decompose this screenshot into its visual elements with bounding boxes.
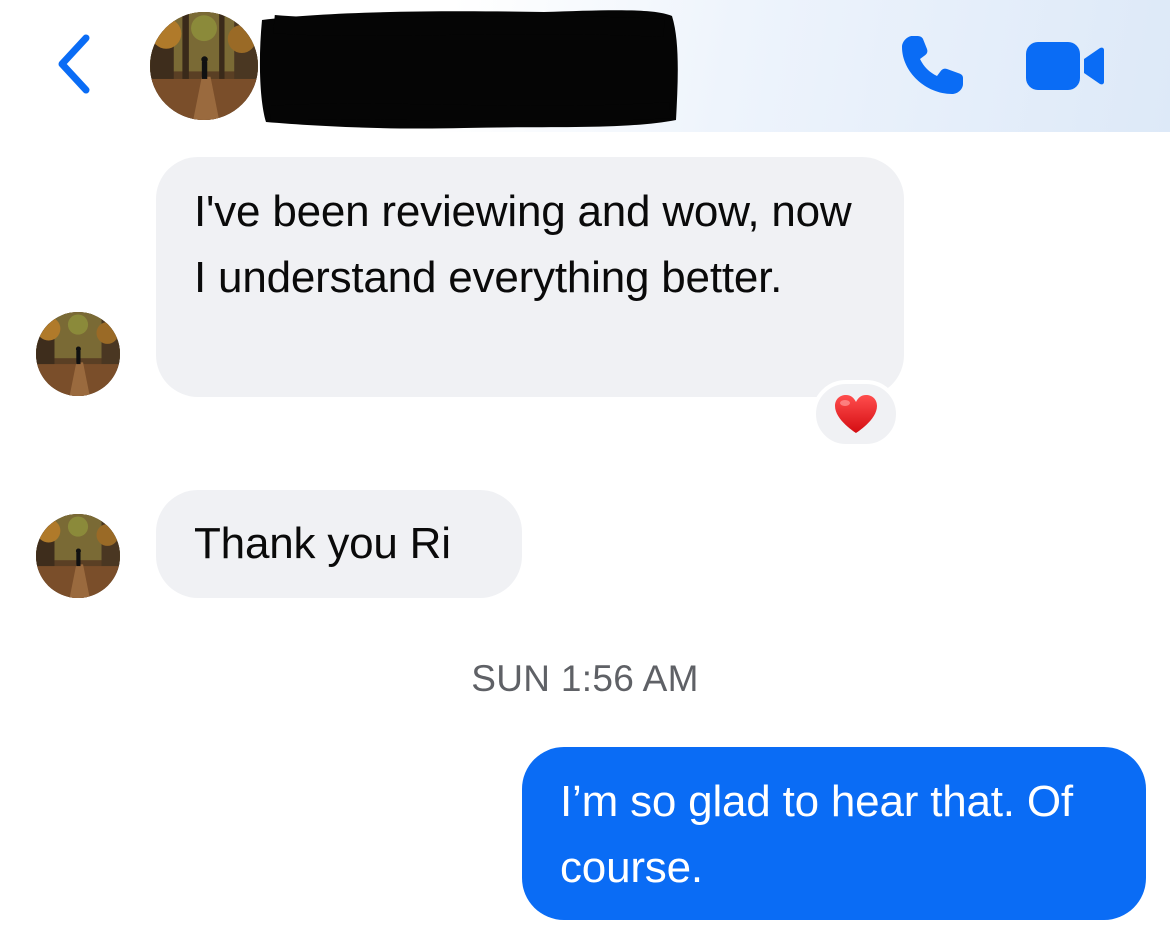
contact-avatar[interactable] xyxy=(150,12,258,120)
call-button[interactable] xyxy=(898,32,968,98)
avatar-photo xyxy=(36,514,120,598)
video-camera-icon xyxy=(1026,42,1104,90)
phone-icon xyxy=(902,36,963,94)
incoming-message-bubble[interactable]: Thank you Ri xyxy=(156,490,522,598)
message-timestamp: SUN 1:56 AM xyxy=(471,658,699,699)
video-call-button[interactable] xyxy=(1024,40,1106,92)
avatar-photo xyxy=(36,312,120,396)
avatar-photo xyxy=(150,12,258,120)
outgoing-message-bubble[interactable]: I’m so glad to hear that. Of course. xyxy=(522,747,1146,920)
sender-avatar[interactable] xyxy=(36,514,120,598)
incoming-message-bubble[interactable]: I've been reviewing and wow, now I under… xyxy=(156,157,904,397)
message-reaction[interactable]: ❤️ xyxy=(812,380,900,448)
sender-avatar[interactable] xyxy=(36,312,120,396)
redacted-contact-name xyxy=(259,10,678,129)
chevron-left-icon xyxy=(58,34,90,94)
red-heart-icon xyxy=(835,395,877,433)
back-button[interactable] xyxy=(48,30,100,98)
